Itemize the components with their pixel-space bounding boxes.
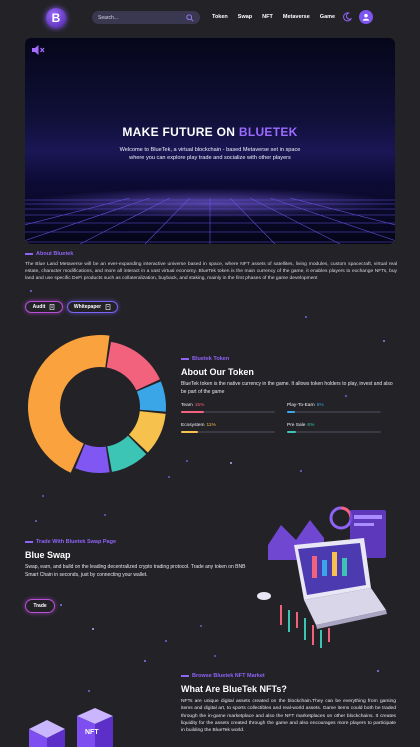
about-section-label: About Bluetek <box>25 251 73 257</box>
whitepaper-button[interactable]: Whitepaper <box>67 301 118 313</box>
donut-segment <box>106 341 160 391</box>
nft-title: What Are BlueTek NFTs? <box>181 684 287 694</box>
allocation-fill <box>287 411 295 413</box>
hero-video-banner: MAKE FUTURE ON BLUETEK Welcome to BlueTe… <box>25 38 395 244</box>
nft-box-label: NFT <box>85 729 99 736</box>
allocation-fill <box>181 431 198 433</box>
user-avatar-button[interactable] <box>359 10 373 24</box>
menu-item-nft[interactable]: NFT <box>262 14 273 20</box>
hero-description: Welcome to BlueTek, a virtual blockchain… <box>119 147 301 161</box>
menu-item-game[interactable]: Game <box>320 14 335 20</box>
nft-cube-illustration: NFT <box>29 708 113 747</box>
swap-section-label: Trade With Bluetek Swap Page <box>25 539 116 545</box>
search-input[interactable] <box>98 14 186 21</box>
allocation-fill <box>287 431 297 433</box>
file-icon <box>105 304 111 310</box>
menu-item-swap[interactable]: Swap <box>238 14 252 20</box>
swap-description: Swap, earn, and build on the leading dec… <box>25 564 246 578</box>
token-description: BlueTek token is the native currency in … <box>181 381 393 395</box>
allocation-fill <box>181 411 204 413</box>
menu-item-metaverse[interactable]: Metaverse <box>283 14 310 20</box>
user-icon <box>362 13 370 21</box>
nft-description: NFTs are unique digital assets created o… <box>181 699 396 734</box>
hero-title-accent: BLUETEK <box>238 125 298 139</box>
menu-item-token[interactable]: Token <box>212 14 228 20</box>
search-icon[interactable] <box>186 13 194 22</box>
nft-section-label: Browse Bluetek NFT Market <box>181 673 265 679</box>
top-navbar: B Token Swap NFT Metaverse Game <box>0 0 420 36</box>
hero-title: MAKE FUTURE ON BLUETEK <box>122 125 298 139</box>
about-text: The Blue Land Metaverse will be an ever-… <box>25 262 397 282</box>
allocation-play-to-earn: Play-To-Earn 5% <box>287 403 381 413</box>
trade-button[interactable]: Trade <box>25 599 55 613</box>
mute-icon[interactable] <box>31 44 45 56</box>
main-menu: Token Swap NFT Metaverse Game <box>212 14 335 20</box>
moon-icon[interactable] <box>342 12 352 22</box>
document-icon <box>50 304 55 310</box>
swap-title: Blue Swap <box>25 550 71 560</box>
allocation-pre-sale: Pre Sale 6% <box>287 423 381 433</box>
trading-laptop-illustration <box>257 506 387 648</box>
allocation-ecosystem: Ecosystem 11% <box>181 423 275 433</box>
allocation-team: Team 15% <box>181 403 275 413</box>
audit-button[interactable]: Audit <box>25 301 63 313</box>
token-section-label: Bluetek Token <box>181 356 229 362</box>
search-bar <box>92 11 200 24</box>
token-distribution-donut <box>28 335 166 473</box>
bluetek-logo[interactable]: B <box>46 8 66 28</box>
perspective-grid <box>25 198 395 244</box>
token-title: About Our Token <box>181 367 254 377</box>
